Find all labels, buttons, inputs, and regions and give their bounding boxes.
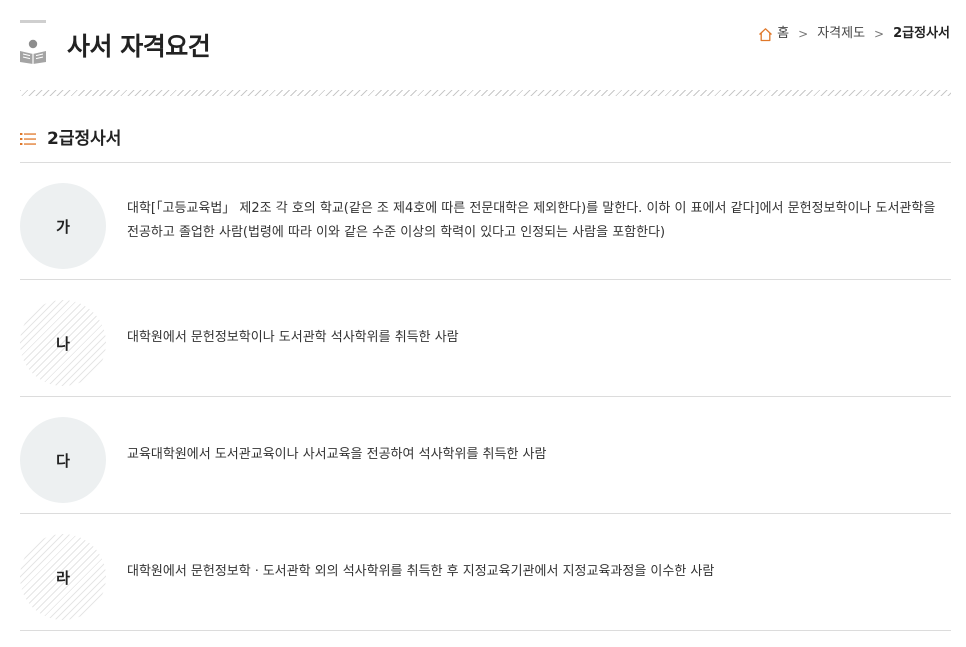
header-accent-bar [20,20,46,23]
item-text: 대학원에서 문헌정보학이나 도서관학 석사학위를 취득한 사람 [127,330,459,345]
item-badge: 라 [20,534,106,620]
item-text: 대학원에서 문헌정보학ㆍ도서관학 외의 석사학위를 취득한 후 지정교육기관에서… [127,564,715,579]
item-badge: 가 [20,183,106,269]
section-title: 2급정사서 [47,129,122,149]
home-icon[interactable] [758,27,773,42]
item-badge: 다 [20,417,106,503]
hatched-divider [20,90,951,96]
list-item: 다 교육대학원에서 도서관교육이나 사서교육을 전공하여 석사학위를 취득한 사… [20,397,951,514]
requirements-list: 가 대학[「고등교육법」 제2조 각 호의 학교(같은 조 제4호에 따른 전문… [20,163,951,631]
breadcrumb-current: 2급정사서 [893,26,950,41]
breadcrumb-level1[interactable]: 자격제도 [817,24,865,44]
list-item: 가 대학[「고등교육법」 제2조 각 호의 학교(같은 조 제4호에 따른 전문… [20,163,951,280]
breadcrumb-separator-icon: > [874,27,885,41]
page-title: 사서 자격요건 [67,32,211,61]
breadcrumb-separator-icon: > [798,27,809,41]
reading-person-icon [20,39,46,64]
list-item: 라 대학원에서 문헌정보학ㆍ도서관학 외의 석사학위를 취득한 후 지정교육기관… [20,514,951,631]
breadcrumb: 홈 > 자격제도 > 2급정사서 [758,24,950,44]
breadcrumb-home[interactable]: 홈 [777,24,789,44]
section-header: 2급정사서 [20,127,121,151]
list-icon [20,133,36,145]
list-item: 나 대학원에서 문헌정보학이나 도서관학 석사학위를 취득한 사람 [20,280,951,397]
item-badge: 나 [20,300,106,386]
item-text: 대학[「고등교육법」 제2조 각 호의 학교(같은 조 제4호에 따른 전문대학… [127,201,936,240]
item-text: 교육대학원에서 도서관교육이나 사서교육을 전공하여 석사학위를 취득한 사람 [127,447,547,462]
